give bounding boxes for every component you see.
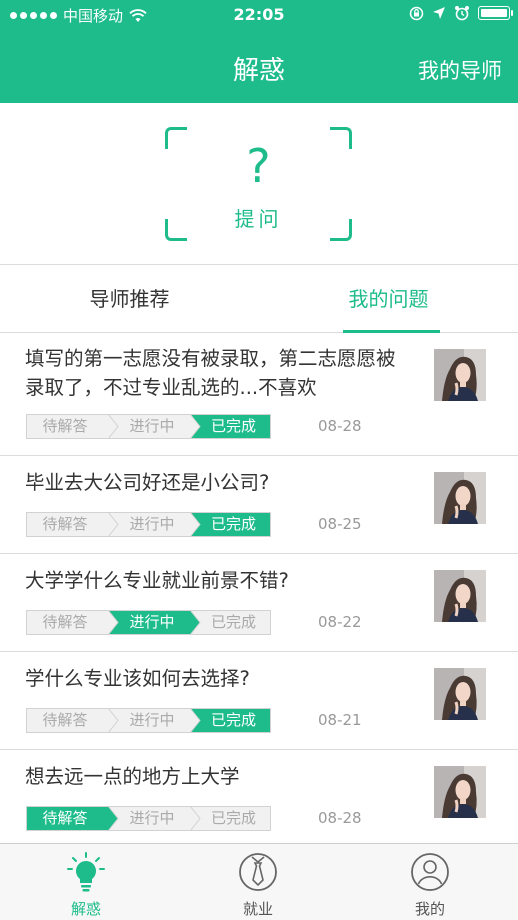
question-list-item[interactable]: 大学学什么专业就业前景不错? 待解答 进行中 已完成 08-22 bbox=[0, 554, 518, 652]
segment-tabs: 导师推荐 我的问题 bbox=[0, 266, 518, 333]
mentor-avatar[interactable] bbox=[434, 570, 486, 622]
status-step: 待解答 bbox=[26, 610, 108, 635]
step-separator bbox=[108, 512, 119, 537]
ask-label: 提问 bbox=[234, 207, 283, 231]
question-date: 08-21 bbox=[318, 711, 362, 729]
tie-icon bbox=[239, 853, 277, 891]
step-separator bbox=[190, 414, 201, 439]
question-list-item[interactable]: 毕业去大公司好还是小公司? 待解答 进行中 已完成 08-25 bbox=[0, 456, 518, 554]
step-separator bbox=[190, 806, 201, 831]
tabbar-item-jiehuo[interactable]: 解惑 bbox=[0, 844, 172, 920]
status-step: 已完成 bbox=[190, 512, 271, 537]
question-mark-icon: ? bbox=[246, 139, 271, 193]
question-title: 毕业去大公司好还是小公司? bbox=[25, 471, 270, 494]
status-progress: 待解答 进行中 已完成 bbox=[26, 806, 271, 831]
tabbar-label: 我的 bbox=[414, 900, 445, 918]
question-title: 大学学什么专业就业前景不错? bbox=[25, 569, 289, 592]
mentor-avatar[interactable] bbox=[434, 668, 486, 720]
mentor-avatar[interactable] bbox=[434, 349, 486, 401]
question-list-item[interactable]: 想去远一点的地方上大学 待解答 进行中 已完成 08-28 bbox=[0, 750, 518, 844]
status-step: 进行中 bbox=[108, 708, 190, 733]
ask-question-button[interactable]: ? 提问 bbox=[165, 127, 352, 241]
status-progress: 待解答 进行中 已完成 bbox=[26, 610, 271, 635]
rotation-lock-icon bbox=[409, 6, 424, 20]
step-separator bbox=[108, 414, 119, 439]
step-separator bbox=[108, 806, 119, 831]
user-icon bbox=[411, 853, 449, 891]
question-date: 08-28 bbox=[318, 417, 362, 435]
mentor-avatar[interactable] bbox=[434, 766, 486, 818]
question-date: 08-28 bbox=[318, 809, 362, 827]
status-step: 待解答 bbox=[26, 806, 108, 831]
status-step: 已完成 bbox=[190, 806, 271, 831]
status-progress: 待解答 进行中 已完成 bbox=[26, 414, 271, 439]
tab-mentor-recommend[interactable]: 导师推荐 bbox=[0, 266, 259, 332]
tabbar-item-wode[interactable]: 我的 bbox=[344, 844, 516, 920]
alarm-icon bbox=[455, 6, 469, 21]
status-step: 进行中 bbox=[108, 414, 190, 439]
tabbar-label: 就业 bbox=[242, 900, 273, 918]
status-step: 待解答 bbox=[26, 708, 108, 733]
header: 中国移动 22:05 解惑 我的导师 bbox=[0, 0, 518, 103]
question-list-item[interactable]: 填写的第一志愿没有被录取，第二志愿愿被录取了，不过专业乱选的...不喜欢待解答进… bbox=[0, 334, 518, 456]
step-separator bbox=[190, 708, 201, 733]
status-step: 进行中 bbox=[108, 512, 190, 537]
active-tab-indicator bbox=[343, 330, 440, 333]
step-separator bbox=[108, 610, 119, 635]
tabbar-label: 解惑 bbox=[70, 900, 101, 918]
status-step: 进行中 bbox=[108, 610, 190, 635]
question-title: 学什么专业该如何去选择? bbox=[25, 667, 250, 690]
status-step: 进行中 bbox=[108, 806, 190, 831]
status-step: 已完成 bbox=[190, 610, 271, 635]
status-progress: 待解答 进行中 已完成 bbox=[26, 708, 271, 733]
question-list: 填写的第一志愿没有被录取，第二志愿愿被录取了，不过专业乱选的...不喜欢 待解答进… bbox=[0, 334, 518, 844]
status-step: 待解答 bbox=[26, 414, 108, 439]
question-title: 想去远一点的地方上大学 bbox=[25, 765, 240, 788]
question-date: 08-22 bbox=[318, 613, 362, 631]
battery-icon bbox=[478, 6, 513, 20]
ask-section: ? 提问 bbox=[0, 103, 518, 265]
question-list-item[interactable]: 学什么专业该如何去选择? 待解答 进行中 已完成 08-21 bbox=[0, 652, 518, 750]
step-separator bbox=[190, 610, 201, 635]
step-separator bbox=[108, 708, 119, 733]
my-mentor-button[interactable]: 我的导师 bbox=[418, 55, 502, 85]
step-separator bbox=[190, 512, 201, 537]
status-bar: 中国移动 22:05 bbox=[0, 0, 518, 30]
status-step: 已完成 bbox=[190, 414, 271, 439]
location-icon bbox=[433, 7, 445, 19]
question-title: 填写的第一志愿没有被录取，第二志愿愿被录取了，不过专业乱选的...不喜欢 bbox=[25, 347, 396, 399]
lightbulb-icon bbox=[67, 852, 105, 892]
tab-my-questions[interactable]: 我的问题 bbox=[259, 266, 518, 332]
status-step: 已完成 bbox=[190, 708, 271, 733]
status-step: 待解答 bbox=[26, 512, 108, 537]
status-progress: 待解答 进行中 已完成 bbox=[26, 512, 271, 537]
mentor-avatar[interactable] bbox=[434, 472, 486, 524]
question-date: 08-25 bbox=[318, 515, 362, 533]
tabbar-item-jiuye[interactable]: 就业 bbox=[172, 844, 344, 920]
bottom-tab-bar: 解惑 就业 我的 bbox=[0, 843, 518, 920]
